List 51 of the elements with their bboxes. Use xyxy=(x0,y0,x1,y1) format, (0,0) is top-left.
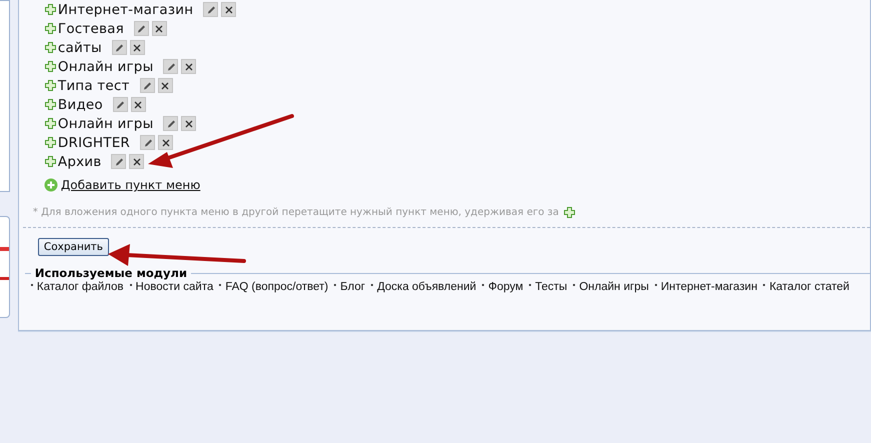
menu-item-label: Онлайн игры xyxy=(58,58,154,74)
plus-icon[interactable] xyxy=(44,42,56,53)
plus-icon[interactable] xyxy=(44,23,56,34)
edit-icon[interactable] xyxy=(163,59,178,74)
edit-icon[interactable] xyxy=(140,135,156,150)
module-name: Каталог файлов xyxy=(36,281,124,293)
plus-icon xyxy=(564,207,575,218)
plus-icon[interactable] xyxy=(44,4,56,15)
edit-icon[interactable] xyxy=(111,154,126,169)
module-name: Новости сайта xyxy=(136,281,214,293)
menu-item-label: сайты xyxy=(58,40,102,56)
plus-icon[interactable] xyxy=(44,156,56,167)
delete-icon[interactable] xyxy=(158,135,174,150)
add-menu-item-link[interactable]: Добавить пункт меню xyxy=(60,178,200,192)
hint-text: * Для вложения одного пункта меню в другой перетащите нужный пункт меню, удерживая его за xyxy=(32,207,559,218)
delete-icon[interactable] xyxy=(158,78,173,93)
plus-icon[interactable] xyxy=(44,99,56,110)
menu-item-label: Гостевая xyxy=(58,20,124,36)
menu-item-label: Архив xyxy=(58,154,102,170)
module-name: Интернет-магазин xyxy=(660,281,758,293)
module-name: Онлайн игры xyxy=(579,281,649,293)
plus-icon[interactable] xyxy=(44,80,56,91)
edit-icon[interactable] xyxy=(134,21,149,36)
modules-title: Используемые модули xyxy=(34,266,188,280)
delete-icon[interactable] xyxy=(181,59,196,74)
module-name: Форум xyxy=(488,281,524,293)
menu-item-label: Интернет-магазин xyxy=(58,2,194,18)
edit-icon[interactable] xyxy=(140,78,155,93)
module-name: Тесты xyxy=(535,281,568,293)
edit-icon[interactable] xyxy=(112,97,128,112)
module-name: Доска объявлений xyxy=(377,281,476,293)
menu-item-label: Онлайн игры xyxy=(58,116,154,132)
plus-icon[interactable] xyxy=(44,61,56,72)
plus-icon[interactable] xyxy=(44,118,56,129)
delete-icon[interactable] xyxy=(129,154,144,169)
menu-item-label: DRIGHTER xyxy=(58,134,130,150)
module-name: Блог xyxy=(340,281,366,293)
menu-item-label: Типа тест xyxy=(58,78,130,94)
module-name: FAQ (вопрос/ответ) xyxy=(225,281,328,293)
delete-icon[interactable] xyxy=(130,97,146,112)
menu-item-label: Видео xyxy=(58,96,103,112)
delete-icon[interactable] xyxy=(181,116,196,131)
edit-icon[interactable] xyxy=(203,2,218,17)
delete-icon[interactable] xyxy=(221,2,236,17)
plus-icon[interactable] xyxy=(44,137,56,148)
edit-icon[interactable] xyxy=(163,116,178,131)
delete-icon[interactable] xyxy=(152,21,167,36)
edit-icon[interactable] xyxy=(112,40,127,55)
module-name: Каталог статей xyxy=(769,281,850,293)
save-button[interactable]: Сохранить xyxy=(38,238,109,256)
delete-icon[interactable] xyxy=(130,40,145,55)
